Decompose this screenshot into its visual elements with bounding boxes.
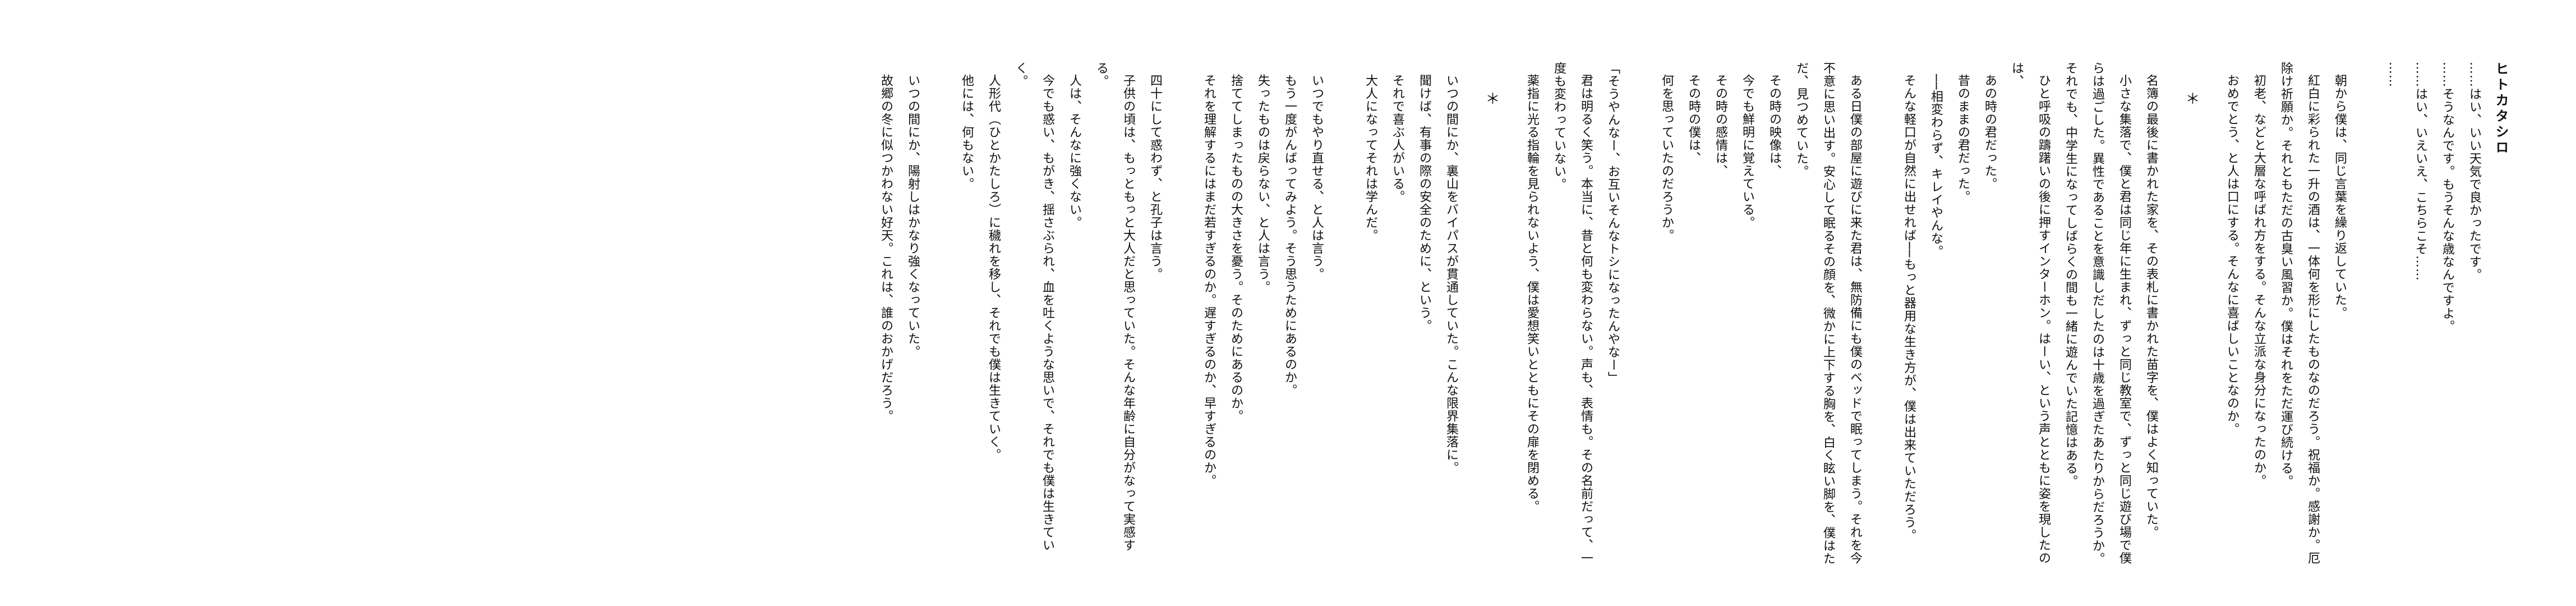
paragraph: 何を思っていたのだろうか。 (1660, 74, 1674, 242)
paragraph: 朝から僕は、同じ言葉を繰り返していた。 (2333, 74, 2347, 319)
paragraph: 子供の頃は、もっともっと大人だと思っていた。そんな年齢に自分がなって実感する。 (1094, 62, 1135, 552)
paragraph: 名簿の最後に書かれた家を、その表札に書かれた苗字を、僕はよく知っていた。 (2144, 74, 2158, 539)
dialogue-line: 「そうやんなー、お互いそんなトシになったんやなー」 (1606, 62, 1620, 384)
paragraph: そんな軽口が自然に出せれば──もっと器用な生き方が、僕は出来ていただろう。 (1902, 74, 1916, 542)
paragraph: いつでもやり直せる、と人は言う。 (1310, 74, 1324, 281)
paragraph: ……そうなんです。もうそんな歳なんですよ。 (2440, 62, 2454, 333)
paragraph: ──相変わらず、キレイやんな。 (1929, 74, 1943, 258)
paragraph: ……はい、いえいえ、こちらこそ…… (2413, 62, 2427, 281)
paragraph: 人形代（ひとかたしろ）に穢れを移し、それでも僕は生きていく。 (987, 74, 1001, 461)
paragraph: 小さな集落で、僕と君は同じ年に生まれ、ずっと同じ教室で、ずっと同じ遊び場で僕らは… (2063, 62, 2131, 565)
paragraph: 今でも鮮明に覚えている。 (1740, 74, 1754, 229)
paragraph: …… (2386, 62, 2400, 88)
paragraph: 捨ててしまったものの大きさを憂う。そのためにあるのか。 (1229, 74, 1243, 423)
paragraph: いつの間にか、陽射しはかなり強くなっていた。 (906, 74, 920, 358)
paragraph: 故郷の冬に似つかわない好天。これは、誰のおかげだろう。 (879, 74, 893, 423)
paragraph: おめでとう、と人は口にする。そんなに喜ばしいことなのか。 (2225, 74, 2239, 435)
paragraph: それで喜ぶ人がいる。 (1390, 74, 1404, 203)
paragraph: 薬指に光る指輪を見られないよう、僕は愛想笑いとともにその扉を閉める。 (1525, 74, 1539, 513)
paragraph: 他には、何もない。 (960, 74, 974, 190)
paragraph: 初老、などと大層な呼ばれ方をする。そんな立派な身分になったのか。 (2252, 74, 2266, 487)
paragraph: 失ったものは戻らない、と人は言う。 (1256, 74, 1270, 293)
paragraph: 紅白に彩られた一升の酒は、一体何を形にしたものなのだろう。祝福か。感謝か。厄除け… (2279, 62, 2320, 564)
paragraph: ある日僕の部屋に遊びに来た君は、無防備にも僕のベッドで眠ってしまう。それを今不意… (1794, 62, 1862, 565)
section-separator: ＊ (1483, 91, 1500, 106)
paragraph: その時の感情は、 (1713, 74, 1727, 177)
story-title: ヒトカタシロ (2493, 62, 2509, 156)
paragraph: 今でも惑い、もがき、揺さぶられ、血を吐くような思いで、それでも僕は生きていく。 (1013, 62, 1054, 552)
paragraph: それを理解するにはまだ若すぎるのか。遅すぎるのか、早すぎるのか。 (1202, 74, 1216, 487)
paragraph: 四十にして惑わず、と孔子は言う。 (1148, 74, 1162, 281)
paragraph: 君は明るく笑う。本当に、昔と何も変わらない。声も、表情も。その名前だって、一度も… (1552, 62, 1593, 564)
paragraph: 昔のままの君だった。 (1956, 74, 1970, 203)
paragraph: 人は、そんなに強くない。 (1067, 74, 1081, 229)
paragraph: もう一度がんばってみよう。そう思うためにあるのか。 (1283, 74, 1297, 397)
paragraph: ひと呼吸の躊躇いの後に押すインターホン。はーい、という声とともに姿を現したのは、 (2010, 62, 2050, 564)
paragraph: その時の映像は、 (1767, 74, 1781, 177)
section-separator: ＊ (2183, 91, 2200, 106)
paragraph: その時の僕は、 (1686, 74, 1701, 164)
page: ヒトカタシロ ……はい、いい天気で良かったです。 ……そうなんです。もうそんな歳… (0, 0, 2576, 606)
paragraph: あの時の君だった。 (1983, 74, 1997, 190)
paragraph: いつの間にか、裏山をバイパスが貫通していた。こんな限界集落に。 (1444, 74, 1458, 474)
paragraph: ……はい、いい天気で良かったです。 (2467, 62, 2481, 281)
paragraph: 聞けば、有事の際の安全のために、という。 (1417, 74, 1431, 332)
paragraph: 大人になってそれは学んだ。 (1363, 74, 1377, 242)
vertical-text-body: ヒトカタシロ ……はい、いい天気で良かったです。 ……そうなんです。もうそんな歳… (872, 62, 2514, 567)
